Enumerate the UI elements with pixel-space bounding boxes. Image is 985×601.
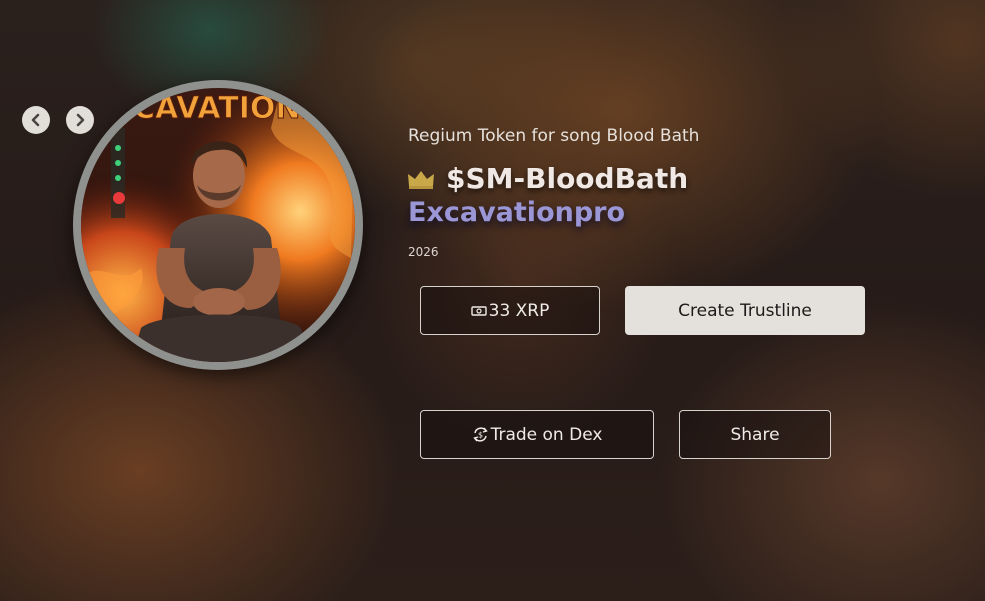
crown-icon [406, 168, 436, 190]
price-button[interactable]: 33 XRP [420, 286, 600, 335]
chevron-left-icon [31, 113, 40, 127]
cover-art: EXCAVATIONPR [81, 88, 355, 362]
artist-name[interactable]: Excavationpro [408, 197, 625, 228]
previous-button[interactable] [22, 106, 50, 134]
create-trustline-label: Create Trustline [678, 300, 812, 321]
exchange-icon: $ [472, 426, 489, 443]
create-trustline-button[interactable]: Create Trustline [625, 286, 865, 335]
next-button[interactable] [66, 106, 94, 134]
token-subtitle: Regium Token for song Blood Bath [408, 126, 700, 146]
cover-banner-text: EXCAVATIONPR [90, 91, 345, 126]
token-name: $SM-BloodBath [446, 162, 689, 195]
release-year: 2026 [408, 245, 439, 259]
trade-on-dex-label: Trade on Dex [490, 424, 603, 445]
cash-icon [470, 305, 487, 317]
cover-artwork-image: EXCAVATIONPR [81, 88, 355, 362]
chevron-right-icon [76, 113, 85, 127]
token-title-row: $SM-BloodBath [406, 162, 688, 195]
svg-text:$: $ [478, 431, 483, 440]
share-label: Share [730, 424, 780, 445]
share-button[interactable]: Share [679, 410, 831, 459]
trade-on-dex-button[interactable]: $ Trade on Dex [420, 410, 654, 459]
price-label: 33 XRP [488, 300, 550, 321]
cover-art-frame: EXCAVATIONPR [73, 80, 363, 370]
